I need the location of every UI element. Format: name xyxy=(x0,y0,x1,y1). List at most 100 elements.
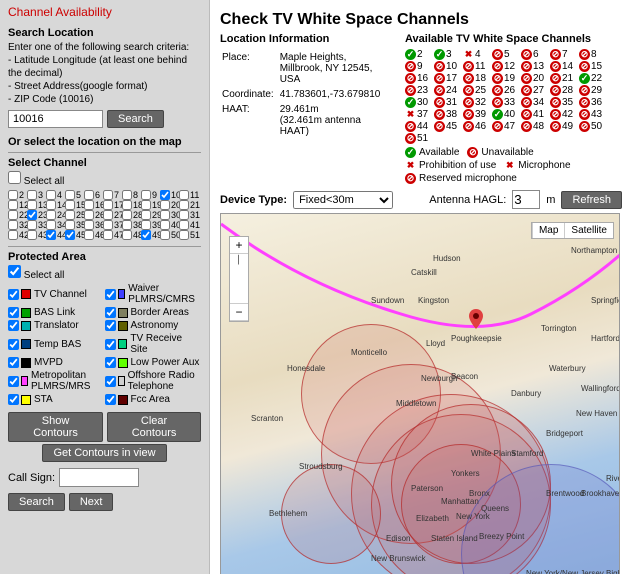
show-contours-button[interactable]: Show Contours xyxy=(8,412,103,442)
select-all-protected[interactable]: Select all xyxy=(8,270,64,281)
pa-tv channel[interactable]: TV Channel xyxy=(8,283,105,305)
channel-45[interactable]: 45 xyxy=(65,230,84,240)
channel-13[interactable]: 13 xyxy=(27,200,46,210)
city-label: Honesdale xyxy=(287,364,325,373)
pa-astronomy[interactable]: Astronomy xyxy=(105,320,202,331)
channel-6[interactable]: 6 xyxy=(84,190,103,200)
channel-15[interactable]: 15 xyxy=(65,200,84,210)
channel-50[interactable]: 50 xyxy=(160,230,179,240)
city-label: Hudson xyxy=(433,254,461,263)
pa-translator[interactable]: Translator xyxy=(8,320,105,331)
channel-49[interactable]: 49 xyxy=(141,230,160,240)
search-button[interactable]: Search xyxy=(107,110,164,128)
channel-32[interactable]: 32 xyxy=(8,220,27,230)
channel-51[interactable]: 51 xyxy=(179,230,198,240)
channel-36[interactable]: 36 xyxy=(84,220,103,230)
channel-48[interactable]: 48 xyxy=(122,230,141,240)
select-all-channels[interactable]: Select all xyxy=(8,176,64,187)
channel-43[interactable]: 43 xyxy=(27,230,46,240)
pa-low power aux[interactable]: Low Power Aux xyxy=(105,357,202,368)
channel-42[interactable]: 42 xyxy=(8,230,27,240)
satellite-button[interactable]: Satellite xyxy=(564,223,613,238)
channel-4[interactable]: 4 xyxy=(46,190,65,200)
channel-8[interactable]: 8 xyxy=(122,190,141,200)
title-link[interactable]: Channel Availability xyxy=(8,5,201,19)
channel-37[interactable]: 37 xyxy=(103,220,122,230)
channel-12[interactable]: 12 xyxy=(8,200,27,210)
get-contours-button[interactable]: Get Contours in view xyxy=(42,444,166,462)
next-button[interactable]: Next xyxy=(69,493,114,511)
channel-3[interactable]: 3 xyxy=(27,190,46,200)
channel-20[interactable]: 20 xyxy=(160,200,179,210)
zoom-control[interactable]: + │ − xyxy=(229,236,249,322)
map-type-control[interactable]: Map Satellite xyxy=(531,222,614,239)
channel-41[interactable]: 41 xyxy=(179,220,198,230)
channel-30[interactable]: 30 xyxy=(160,210,179,220)
channel-10[interactable]: 10 xyxy=(160,190,179,200)
channel-7[interactable]: 7 xyxy=(103,190,122,200)
channel-34[interactable]: 34 xyxy=(46,220,65,230)
channel-16[interactable]: 16 xyxy=(84,200,103,210)
channel-22[interactable]: 22 xyxy=(8,210,27,220)
channel-9[interactable]: 9 xyxy=(141,190,160,200)
channel-23[interactable]: 23 xyxy=(27,210,46,220)
channel-31[interactable]: 31 xyxy=(179,210,198,220)
channel-17[interactable]: 17 xyxy=(103,200,122,210)
device-type-select[interactable]: Fixed<30m xyxy=(293,191,393,209)
channel-33[interactable]: 33 xyxy=(27,220,46,230)
pa-offshore radio telephone[interactable]: Offshore Radio Telephone xyxy=(105,370,202,392)
channel-5[interactable]: 5 xyxy=(65,190,84,200)
channel-25[interactable]: 25 xyxy=(65,210,84,220)
channel-29[interactable]: 29 xyxy=(141,210,160,220)
channel-40[interactable]: 40 xyxy=(160,220,179,230)
channel-46[interactable]: 46 xyxy=(84,230,103,240)
channel-19[interactable]: 19 xyxy=(141,200,160,210)
channel-27[interactable]: 27 xyxy=(103,210,122,220)
pa-metropolitan plmrs/mrs[interactable]: Metropolitan PLMRS/MRS xyxy=(8,370,105,392)
search-input[interactable] xyxy=(8,110,103,128)
pa-tv receive site[interactable]: TV Receive Site xyxy=(105,333,202,355)
map-button[interactable]: Map xyxy=(532,223,564,238)
antenna-input[interactable] xyxy=(512,190,540,209)
channel-38[interactable]: 38 xyxy=(122,220,141,230)
channel-18[interactable]: 18 xyxy=(122,200,141,210)
pa-fcc area[interactable]: Fcc Area xyxy=(105,394,202,405)
channel-35[interactable]: 35 xyxy=(65,220,84,230)
channel-26[interactable]: 26 xyxy=(84,210,103,220)
channel-47[interactable]: 47 xyxy=(103,230,122,240)
map-marker-icon xyxy=(469,309,483,329)
search-button-2[interactable]: Search xyxy=(8,493,65,511)
city-label: Kingston xyxy=(418,296,449,305)
pa-border areas[interactable]: Border Areas xyxy=(105,307,202,318)
city-label: Sundown xyxy=(371,296,404,305)
avail-ch-50: ⊘50 xyxy=(579,121,605,132)
channel-39[interactable]: 39 xyxy=(141,220,160,230)
channel-44[interactable]: 44 xyxy=(46,230,65,240)
clear-contours-button[interactable]: Clear Contours xyxy=(107,412,201,442)
city-label: Manhattan xyxy=(441,497,479,506)
channel-2[interactable]: 2 xyxy=(8,190,27,200)
zoom-in-icon[interactable]: + xyxy=(230,237,248,254)
avail-ch-24: ⊘24 xyxy=(434,85,460,96)
pa-bas link[interactable]: BAS Link xyxy=(8,307,105,318)
channel-14[interactable]: 14 xyxy=(46,200,65,210)
call-sign-label: Call Sign: xyxy=(8,472,55,484)
channel-24[interactable]: 24 xyxy=(46,210,65,220)
refresh-button[interactable]: Refresh xyxy=(561,191,622,209)
channel-21[interactable]: 21 xyxy=(179,200,198,210)
pa-temp bas[interactable]: Temp BAS xyxy=(8,333,105,355)
antenna-label: Antenna HAGL: xyxy=(429,194,506,206)
pa-waiver plmrs/cmrs[interactable]: Waiver PLMRS/CMRS xyxy=(105,283,202,305)
city-label: Poughkeepsie xyxy=(451,334,502,343)
channel-11[interactable]: 11 xyxy=(179,190,198,200)
pa-sta[interactable]: STA xyxy=(8,394,105,405)
main: Check TV White Space Channels Location I… xyxy=(210,0,632,574)
map[interactable]: PittsfieldNorthamptonSpringfieldCatskill… xyxy=(220,213,620,574)
channel-28[interactable]: 28 xyxy=(122,210,141,220)
zoom-out-icon[interactable]: − xyxy=(230,304,248,321)
call-sign-input[interactable] xyxy=(59,468,139,487)
avail-ch-11: ⊘11 xyxy=(463,61,489,72)
pa-mvpd[interactable]: MVPD xyxy=(8,357,105,368)
avail-ch-26: ⊘26 xyxy=(492,85,518,96)
avail-ch-29: ⊘29 xyxy=(579,85,605,96)
